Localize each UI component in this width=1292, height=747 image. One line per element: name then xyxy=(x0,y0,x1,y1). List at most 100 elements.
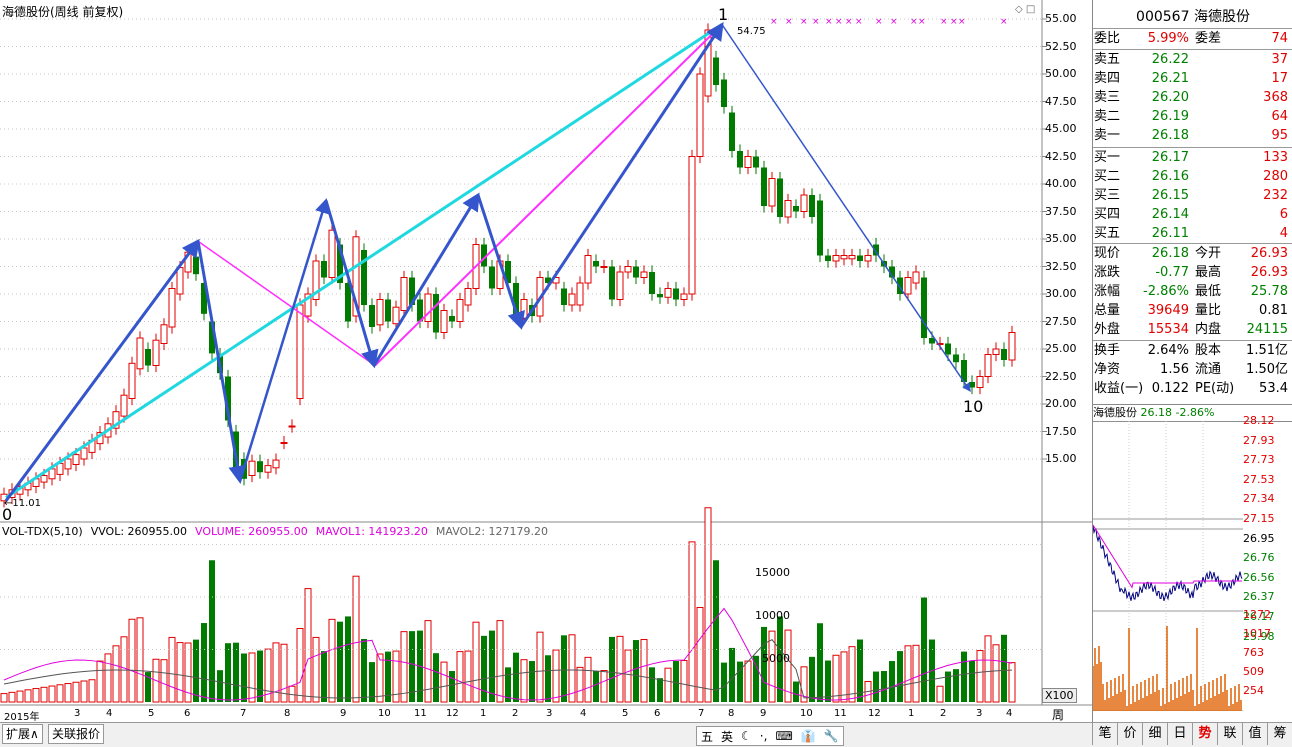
volume-bar-up xyxy=(552,649,560,703)
candle-body-up xyxy=(584,255,592,284)
ime-item-5[interactable]: 👔 xyxy=(797,729,820,743)
volume-bar-down xyxy=(241,653,247,702)
volume-bar-up xyxy=(328,618,336,703)
panel-tab-4[interactable]: 势 xyxy=(1192,723,1217,745)
panel-tab-1[interactable]: 价 xyxy=(1117,723,1142,745)
time-tick-label: 12 xyxy=(868,708,881,719)
limit-up-marker: × xyxy=(890,17,898,27)
bid-label: 买三 xyxy=(1094,188,1121,203)
ask-volume: 368 xyxy=(1263,90,1288,105)
stat-row[interactable]: 外盘 15534 内盘 24115 xyxy=(1093,321,1292,339)
stat-row[interactable]: 涨跌 -0.77 最高 26.93 xyxy=(1093,264,1292,282)
candle-body-down xyxy=(593,261,599,267)
ime-item-4[interactable]: ⌨ xyxy=(771,729,796,743)
limit-up-marker: × xyxy=(918,17,926,27)
fund-row[interactable]: 收益(一) 0.122 PE(动) 53.4 xyxy=(1093,380,1292,398)
mini-price-tick: 27.53 xyxy=(1243,472,1275,486)
stat-label: 最高 xyxy=(1195,265,1222,280)
bid-volume: 280 xyxy=(1263,169,1288,184)
ime-item-1[interactable]: 英 xyxy=(717,728,737,745)
volume-bar-down xyxy=(385,651,391,702)
bid-label: 买五 xyxy=(1094,226,1121,241)
candle-body-up xyxy=(456,299,464,322)
panel-tab-0[interactable]: 笔 xyxy=(1092,723,1117,745)
bid-row[interactable]: 买四 26.14 6 xyxy=(1093,206,1292,224)
stat-label: 涨跌 xyxy=(1094,265,1121,280)
fund-row[interactable]: 净资 1.56 流通 1.50亿 xyxy=(1093,361,1292,379)
ime-item-2[interactable]: ☾ xyxy=(737,729,756,743)
time-tick-label: 1 xyxy=(480,708,487,719)
candle-body-up xyxy=(976,376,984,388)
ime-item-0[interactable]: 五 xyxy=(697,728,717,745)
panel-tab-6[interactable]: 值 xyxy=(1242,723,1267,745)
candle-body-down xyxy=(673,288,679,300)
stat-row[interactable]: 涨幅 -2.86% 最低 25.78 xyxy=(1093,283,1292,301)
volume-bar-down xyxy=(809,656,815,702)
volume-bar-up xyxy=(304,588,312,703)
panel-tab-5[interactable]: 联 xyxy=(1217,723,1242,745)
candle-body-up xyxy=(264,465,272,473)
bid-row[interactable]: 买一 26.17 133 xyxy=(1093,149,1292,167)
candle-body-up xyxy=(864,255,872,262)
stat-row[interactable]: 总量 39649 量比 0.81 xyxy=(1093,302,1292,320)
time-tick-label: 3 xyxy=(976,708,983,719)
ime-item-6[interactable]: 🔧 xyxy=(820,729,843,743)
time-tick-label: 4 xyxy=(1006,708,1013,719)
limit-up-marker: × xyxy=(940,17,948,27)
ask-row[interactable]: 卖五 26.22 37 xyxy=(1093,51,1292,69)
volume-bar-down xyxy=(225,643,231,702)
panel-tab-7[interactable]: 筹 xyxy=(1267,723,1292,745)
volume-scale-label[interactable]: X100 xyxy=(1042,688,1077,703)
panel-tab-3[interactable]: 日 xyxy=(1167,723,1192,745)
time-tick-label: 6 xyxy=(654,708,661,719)
ime-toolbar[interactable]: 五英 ☾ ·, ⌨ 👔 🔧 xyxy=(696,726,844,746)
volume-bar-up xyxy=(72,681,80,703)
wave-arrow xyxy=(4,238,200,502)
volume-bar-up xyxy=(616,635,624,703)
related-quotes-tab[interactable]: 关联报价 xyxy=(48,724,105,744)
ask-row[interactable]: 卖三 26.20 368 xyxy=(1093,89,1292,107)
volume-bar-up xyxy=(912,644,920,703)
volume-bar-up xyxy=(40,686,48,703)
volume-indicator-name: VOL-TDX(5,10) xyxy=(2,525,83,538)
ask-row[interactable]: 卖二 26.19 64 xyxy=(1093,108,1292,126)
stat-value: 26.93 xyxy=(1250,265,1288,280)
candle-body-up xyxy=(568,293,576,306)
bid-volume: 4 xyxy=(1279,226,1288,241)
wave-label-end: 10 xyxy=(963,397,983,416)
kline-chart-area[interactable]: × × × × × × × × × × × × × × × × 1 54.75 0 ←11.01 10 海德股份(周线 … xyxy=(0,0,1092,739)
stat-label: 现价 xyxy=(1094,246,1121,261)
panel-tab-2[interactable]: 细 xyxy=(1142,723,1167,745)
volume-bar-up xyxy=(104,653,112,703)
intraday-mini-chart[interactable] xyxy=(1093,421,1243,711)
bid-row[interactable]: 买三 26.15 232 xyxy=(1093,187,1292,205)
ask-label: 卖二 xyxy=(1094,109,1121,124)
ask-row[interactable]: 卖四 26.21 17 xyxy=(1093,70,1292,88)
bid-row[interactable]: 买二 26.16 280 xyxy=(1093,168,1292,186)
candle-body-down xyxy=(369,305,375,327)
volume-bar-down xyxy=(729,647,735,702)
ask-volume: 37 xyxy=(1271,52,1288,67)
time-tick-label: 5 xyxy=(148,708,155,719)
stat-label: 总量 xyxy=(1094,303,1121,318)
volume-bar-up xyxy=(904,645,912,703)
volume-bar-up xyxy=(576,666,584,703)
ime-item-3[interactable]: ·, xyxy=(756,729,772,743)
stat-row[interactable]: 现价 26.18 今开 26.93 xyxy=(1093,245,1292,263)
candle-body-up xyxy=(328,229,336,278)
candle-body-down xyxy=(953,354,959,363)
chart-option-icons[interactable]: ◇ □ xyxy=(1015,4,1035,15)
bid-row[interactable]: 买五 26.11 4 xyxy=(1093,225,1292,243)
candle-body-up xyxy=(784,200,792,218)
volume-bar-up xyxy=(16,690,24,703)
kline-chart-svg[interactable]: × × × × × × × × × × × × × × × ×154.750←11.0110 xyxy=(0,0,1092,722)
limit-up-marker: × xyxy=(855,17,863,27)
mini-price: 26.18 -2.86% xyxy=(1140,406,1215,419)
ask-row[interactable]: 卖一 26.18 95 xyxy=(1093,127,1292,145)
expand-tab[interactable]: 扩展∧ xyxy=(2,724,43,744)
mini-price-tick: 27.34 xyxy=(1243,492,1275,506)
volume-bar-down xyxy=(449,671,455,702)
fund-row[interactable]: 换手 2.64% 股本 1.51亿 xyxy=(1093,342,1292,360)
candle-body-down xyxy=(713,57,719,85)
ask-label: 卖四 xyxy=(1094,71,1121,86)
